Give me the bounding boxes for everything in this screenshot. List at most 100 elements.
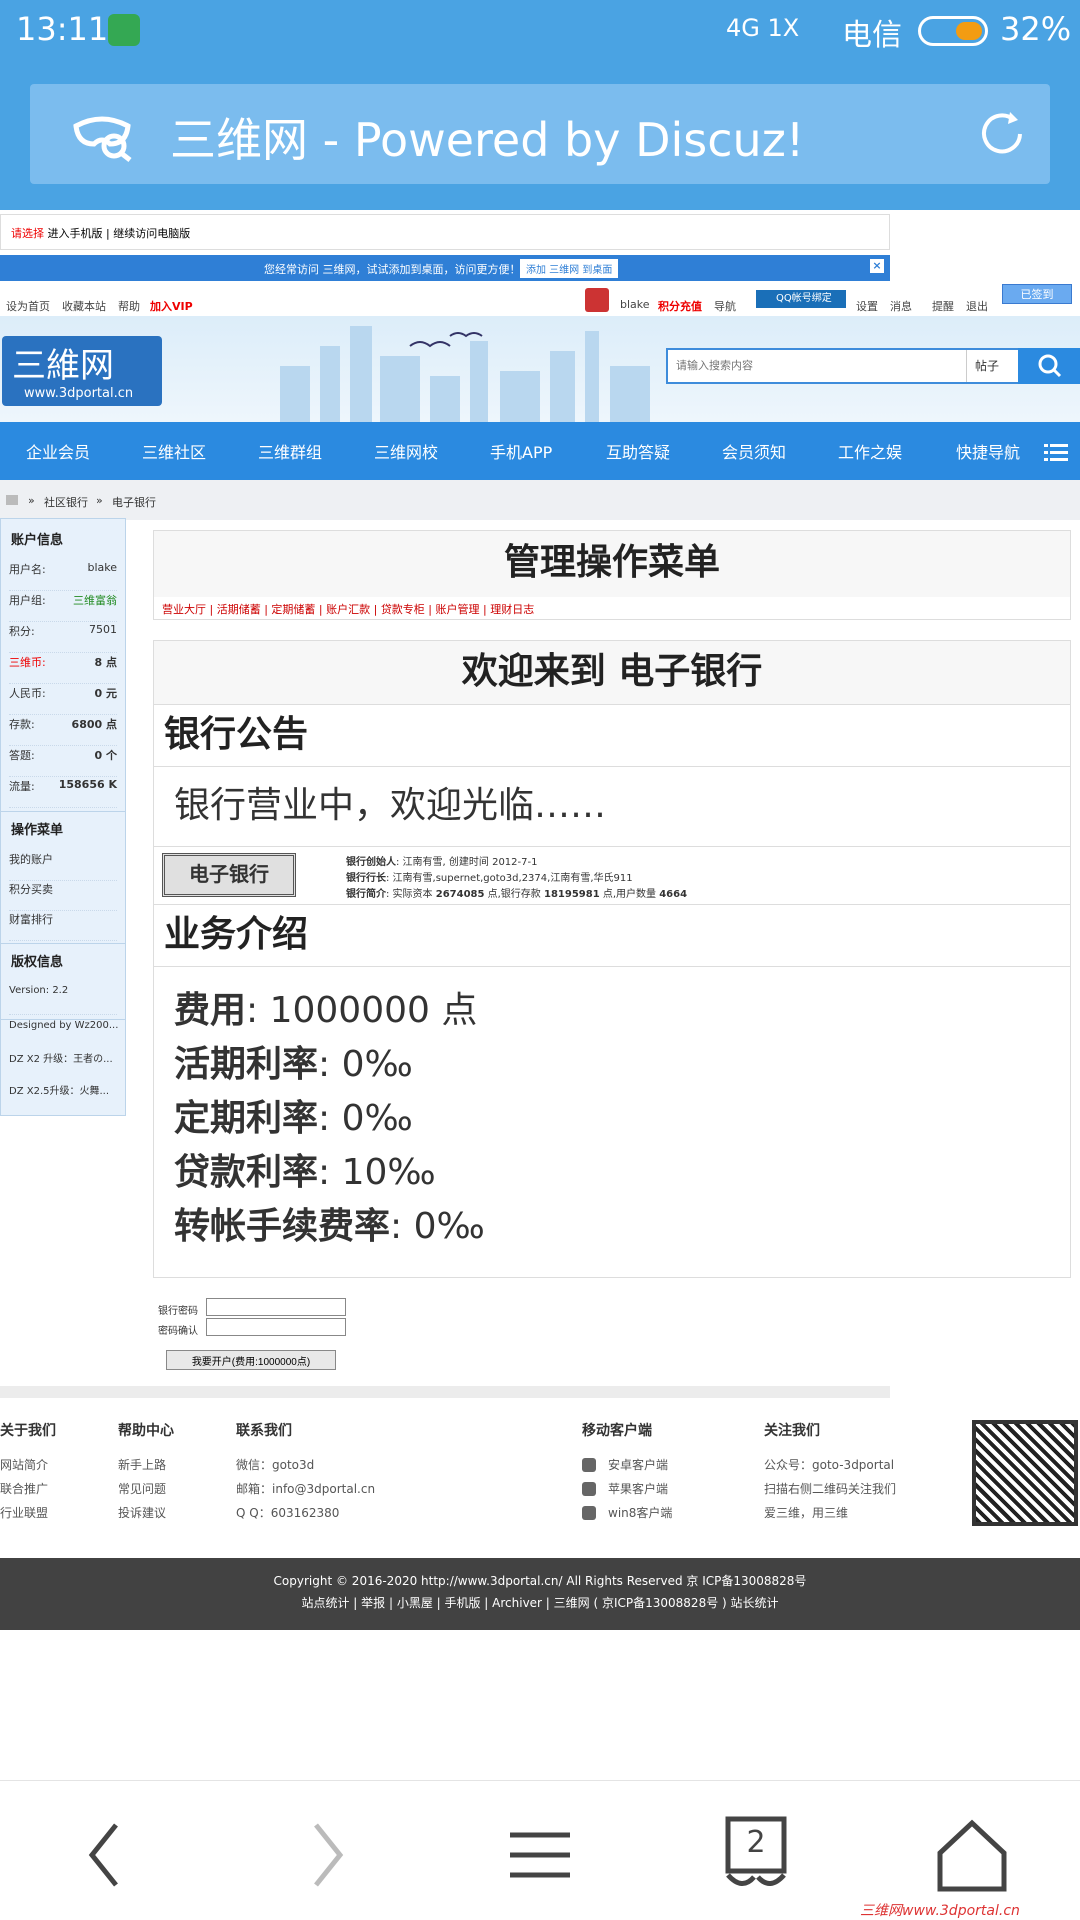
footer-link[interactable]: 联合推广 [0, 1480, 48, 1497]
footer-link[interactable]: win8客户端 [608, 1504, 672, 1521]
qq-bind-button[interactable]: QQ帐号绑定 [756, 290, 846, 308]
breadcrumb: » 社区银行 » 电子银行 [0, 480, 1080, 520]
footer-contact-heading: 联系我们 [236, 1423, 292, 1439]
confirm-password-input[interactable] [206, 1318, 346, 1336]
nav-item-rules[interactable]: 会员须知 [722, 439, 786, 463]
browser-bottom-bar: 2 [0, 1780, 1080, 1920]
link-lobby[interactable]: 营业大厅 [162, 603, 206, 616]
menu-icon[interactable] [1044, 442, 1068, 462]
footer-link[interactable]: 安卓客户端 [608, 1456, 668, 1473]
logo-text: 三維网 [12, 346, 114, 386]
footer-link[interactable]: 网站简介 [0, 1456, 48, 1473]
nav-item-entertainment[interactable]: 工作之娱 [838, 439, 902, 463]
footer-link[interactable]: 行业联盟 [0, 1504, 48, 1521]
nav-item-qa[interactable]: 互助答疑 [606, 439, 670, 463]
reload-icon[interactable] [974, 106, 1030, 162]
close-icon[interactable]: × [870, 259, 884, 273]
back-icon[interactable] [66, 1815, 146, 1895]
choose-prefix: 请选择 [11, 227, 44, 240]
clock: 13:11 [16, 10, 109, 48]
link-remit[interactable]: 账户汇款 [326, 603, 370, 616]
breadcrumb-bank[interactable]: 社区银行 [44, 494, 88, 510]
footer-link[interactable]: 新手上路 [118, 1456, 166, 1473]
site-logo[interactable]: 三維网 www.3dportal.cn [2, 336, 162, 406]
sidebar-item-my-account[interactable]: 我的账户 [9, 851, 117, 881]
footer-link[interactable]: 苹果客户端 [608, 1480, 668, 1497]
search-category-select[interactable]: 帖子 [966, 350, 1016, 382]
signed-in-button[interactable]: 已签到 [1002, 284, 1072, 304]
bank-panel: 欢迎来到 电子银行 银行公告 银行营业中，欢迎光临…… 电子银行 银行创始人: … [153, 640, 1071, 1278]
breadcrumb-ebank[interactable]: 电子银行 [112, 494, 156, 510]
bank-logo-image: 电子银行 [162, 853, 296, 897]
business-heading: 业务介绍 [154, 905, 1070, 967]
favorite-link[interactable]: 收藏本站 [62, 298, 106, 314]
sidebar-item-points-trade[interactable]: 积分买卖 [9, 881, 117, 911]
footer-link[interactable]: 投诉建议 [118, 1504, 166, 1521]
nav-item-community[interactable]: 三维社区 [142, 439, 206, 463]
status-bar: 13:11 4G 1X 电信 32% [0, 0, 1080, 60]
nav-item-school[interactable]: 三维网校 [374, 439, 438, 463]
home-icon[interactable] [932, 1815, 1012, 1895]
messages-dropdown[interactable]: 消息 [890, 298, 912, 314]
battery-percent: 32% [1000, 10, 1072, 48]
nav-dropdown[interactable]: 导航 [714, 298, 736, 314]
announcement-heading: 银行公告 [154, 705, 1070, 767]
nav-item-groups[interactable]: 三维群组 [258, 439, 322, 463]
add-to-desktop-button[interactable]: 添加 三维网 到桌面 [520, 259, 619, 278]
link-fixed[interactable]: 定期储蓄 [271, 603, 315, 616]
page-title: 三维网 - Powered by Discuz! [170, 113, 805, 167]
footer-links-text[interactable]: 站点统计 | 举报 | 小黑屋 | 手机版 | Archiver | 三维网 (… [0, 1594, 1080, 1611]
pc-version-link[interactable]: 继续访问电脑版 [113, 227, 190, 240]
footer-follow-heading: 关注我们 [764, 1423, 820, 1439]
mobile-version-link[interactable]: 进入手机版 [48, 227, 103, 240]
username-link[interactable]: blake [620, 298, 650, 311]
set-home-link[interactable]: 设为首页 [6, 298, 50, 314]
copyright-text: Copyright © 2016-2020 http://www.3dporta… [273, 1574, 807, 1588]
nav-item-quick[interactable]: 快捷导航 [956, 439, 1020, 463]
qr-code-image [972, 1420, 1078, 1526]
password-input[interactable] [206, 1298, 346, 1316]
copyright-heading: 版权信息 [11, 955, 64, 970]
logout-link[interactable]: 退出 [966, 298, 988, 314]
home-icon[interactable] [6, 495, 18, 505]
upgrade-text: DZ X2 升级：王者の... [9, 1054, 113, 1065]
remind-link[interactable]: 提醒 [932, 298, 954, 314]
footer-text: 扫描右侧二维码关注我们 [764, 1482, 897, 1496]
link-loan[interactable]: 贷款专柜 [381, 603, 425, 616]
address-bar[interactable]: 三维网 - Powered by Discuz! [30, 84, 1050, 184]
link-log[interactable]: 理财日志 [490, 603, 534, 616]
settings-link[interactable]: 设置 [856, 298, 878, 314]
mask-icon [73, 116, 132, 162]
tabs-button[interactable]: 2 [716, 1815, 796, 1895]
main-nav: 企业会员 三维社区 三维群组 三维网校 手机APP 互助答疑 会员须知 工作之娱… [0, 422, 1080, 480]
footer-text: Q Q：603162380 [236, 1506, 340, 1520]
open-account-button[interactable]: 我要开户(费用:1000000点) [166, 1350, 336, 1370]
search-input[interactable] [668, 350, 964, 382]
nav-item-enterprise[interactable]: 企业会员 [26, 439, 90, 463]
sidebar: 账户信息 用户名: blake 用户组: 三维富翁 积分: 7501 三维币: 8 点 … [0, 518, 126, 1020]
business-list: 费用: 1000000 点 活期利率: 0‰ 定期利率: 0‰ 贷款利率: 10… [154, 967, 1070, 1277]
site-footer: 关于我们 网站简介 联合推广 行业联盟 帮助中心 新手上路 常见问题 投诉建议 … [0, 1404, 1080, 1544]
sidebar-item-wealth-rank[interactable]: 财富排行 [9, 911, 117, 941]
site-header: 三維网 www.3dportal.cn 帖子 [0, 316, 1080, 422]
footer-link[interactable]: 常见问题 [118, 1480, 166, 1497]
search-button[interactable] [1018, 348, 1080, 384]
avatar[interactable] [585, 288, 609, 312]
search-icon [1038, 354, 1062, 378]
account-row: 用户名: blake [9, 561, 117, 591]
forward-icon[interactable] [286, 1815, 366, 1895]
vip-link[interactable]: 加入VIP [150, 298, 193, 314]
separator: | [106, 227, 110, 240]
link-account[interactable]: 账户管理 [436, 603, 480, 616]
help-link[interactable]: 帮助 [118, 298, 140, 314]
link-demand[interactable]: 活期储蓄 [217, 603, 261, 616]
manage-links: 营业大厅 | 活期储蓄 | 定期储蓄 | 账户汇款 | 贷款专柜 | 账户管理 … [162, 603, 535, 616]
footer-text: 爱三维，用三维 [764, 1506, 849, 1520]
menu-icon[interactable] [500, 1815, 580, 1895]
nav-item-app[interactable]: 手机APP [490, 439, 552, 463]
bank-info: 电子银行 银行创始人: 江南有雪, 创建时间 2012-7-1 银行行长: 江南… [154, 847, 1070, 905]
account-row: 答题: 0 个 [9, 747, 117, 777]
search-box: 帖子 [666, 348, 1080, 384]
recharge-link[interactable]: 积分充值 [658, 298, 702, 314]
logo-url: www.3dportal.cn [24, 386, 134, 401]
